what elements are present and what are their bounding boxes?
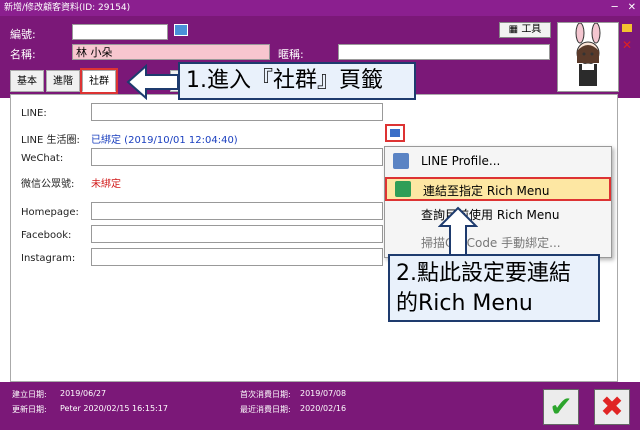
line-label: LINE:	[21, 108, 47, 119]
window-title: 新增/修改顧客資料(ID: 29154)	[4, 3, 131, 13]
tool-button[interactable]: ▦ 工具	[499, 22, 551, 38]
tab-social[interactable]: 社群	[80, 68, 118, 94]
folder-icon[interactable]	[622, 24, 632, 32]
callout-step-2-line-1: 2.點此設定要連結	[396, 261, 571, 286]
first-purchase-value: 2019/07/08	[300, 389, 347, 398]
avatar[interactable]	[557, 22, 619, 92]
tab-advanced[interactable]: 進階	[46, 70, 80, 92]
delete-photo-icon[interactable]: ✕	[622, 38, 632, 52]
homepage-input[interactable]	[91, 202, 383, 220]
homepage-label: Homepage:	[21, 207, 79, 218]
menu-item-label: 連結至指定 Rich Menu	[423, 184, 550, 198]
tool-icon: ▦	[508, 24, 519, 35]
list-icon	[390, 129, 400, 137]
id-label: 編號:	[10, 28, 36, 41]
card-icon[interactable]	[174, 24, 188, 36]
callout-step-1: 1.進入『社群』頁籤	[178, 62, 416, 100]
first-purchase-label: 首次消費日期:	[240, 390, 291, 399]
menu-item-label: LINE Profile...	[421, 154, 501, 168]
avatar-image	[575, 22, 601, 86]
menu-item-query-rich-menu[interactable]: 查詢目前使用 Rich Menu	[385, 203, 611, 227]
line-life-context-menu: LINE Profile... 連結至指定 Rich Menu 查詢目前使用 R…	[384, 146, 612, 258]
profile-icon	[393, 153, 409, 169]
name-field[interactable]: 林 小朵	[72, 44, 270, 60]
callout-arrow-up	[438, 206, 478, 257]
wechat-input[interactable]	[91, 148, 383, 166]
wechat-official-status: 未綁定	[91, 179, 121, 190]
close-button[interactable]: ✕	[628, 0, 636, 16]
cross-icon: ✖	[600, 390, 624, 423]
instagram-input[interactable]	[91, 248, 383, 266]
confirm-button[interactable]: ✔	[543, 389, 579, 425]
line-input[interactable]	[91, 103, 383, 121]
check-icon: ✔	[549, 390, 573, 423]
last-purchase-value: 2020/02/16	[300, 404, 347, 413]
customer-edit-window: 新增/修改顧客資料(ID: 29154) ─ ✕ 編號: 名稱: 林 小朵 暱稱…	[0, 0, 640, 430]
instagram-label: Instagram:	[21, 253, 76, 264]
line-life-status: 已綁定 (2019/10/01 12:04:40)	[91, 135, 238, 146]
callout-step-2-line-2: 的Rich Menu	[396, 291, 533, 316]
menu-item-line-profile[interactable]: LINE Profile...	[385, 149, 611, 173]
tool-button-label: 工具	[521, 24, 542, 35]
menu-item-link-rich-menu[interactable]: 連結至指定 Rich Menu	[385, 177, 611, 201]
wechat-label: WeChat:	[21, 153, 64, 164]
tab-basic[interactable]: 基本	[10, 70, 44, 92]
last-purchase-label: 最近消費日期:	[240, 405, 291, 414]
facebook-input[interactable]	[91, 225, 383, 243]
name-label: 名稱:	[10, 48, 36, 61]
phone-icon	[395, 181, 411, 197]
wechat-official-label: 微信公眾號:	[21, 179, 75, 190]
nickname-label: 暱稱:	[278, 48, 304, 61]
callout-arrow-left	[126, 64, 179, 100]
callout-step-2: 2.點此設定要連結 的Rich Menu	[388, 254, 600, 322]
title-bar: 新增/修改顧客資料(ID: 29154) ─ ✕	[0, 0, 640, 16]
line-life-menu-button[interactable]	[385, 124, 405, 142]
nickname-field[interactable]	[338, 44, 550, 60]
line-life-label: LINE 生活圈:	[21, 135, 80, 146]
menu-item-scan-qr[interactable]: 掃描QR Code 手動綁定...	[385, 231, 611, 255]
updated-value: Peter 2020/02/15 16:15:17	[60, 404, 168, 413]
created-label: 建立日期:	[12, 390, 47, 399]
minimize-button[interactable]: ─	[612, 0, 618, 16]
facebook-label: Facebook:	[21, 230, 72, 241]
cancel-button[interactable]: ✖	[594, 389, 630, 425]
updated-label: 更新日期:	[12, 405, 47, 414]
created-value: 2019/06/27	[60, 389, 107, 398]
id-field[interactable]	[72, 24, 168, 40]
